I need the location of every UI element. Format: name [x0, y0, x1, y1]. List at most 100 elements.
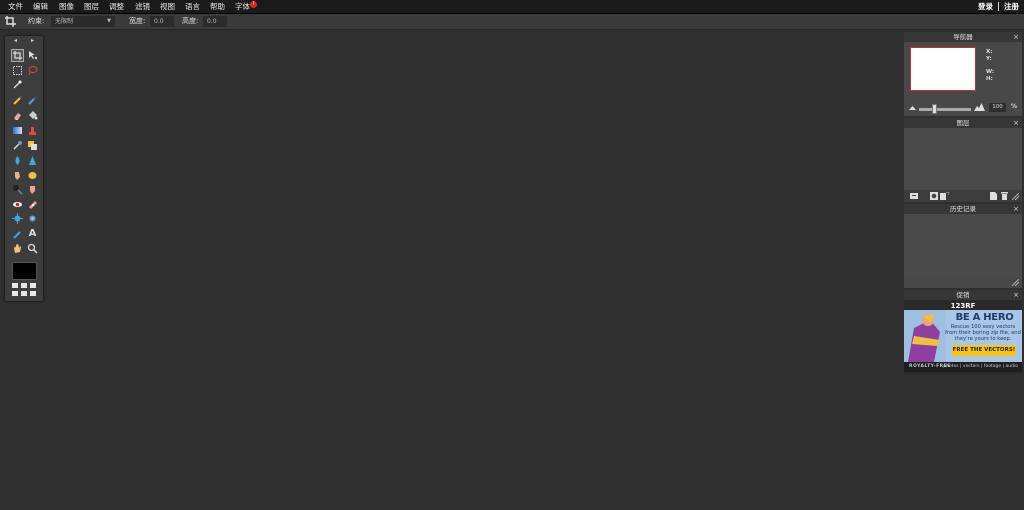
blur-tool-icon[interactable]	[12, 155, 23, 166]
ad-footer-right: photos | vectors | footage | audio	[943, 364, 1018, 369]
sponge-tool-icon[interactable]	[27, 170, 38, 181]
move-tool-icon[interactable]	[27, 50, 38, 61]
account-separator	[998, 2, 999, 11]
ad-banner[interactable]: BE A HERO Rescue 100 sexy vectors from t…	[904, 310, 1022, 362]
spot-heal-icon[interactable]	[27, 199, 38, 210]
constraint-select[interactable]: 无限制 ▼	[51, 16, 115, 27]
smudge-tool-icon[interactable]	[12, 170, 23, 181]
red-eye-tool-icon[interactable]	[12, 199, 23, 210]
brush-tool-icon[interactable]	[27, 95, 38, 106]
layers-header: 图层 ×	[904, 118, 1022, 128]
menu-bar: 文件 编辑 图像 图层 调整 滤镜 视图 语言 帮助 字体 ! 登录 注册	[0, 0, 1024, 14]
navigator-panel: 导航器 × X: Y: W: H: 100 %	[904, 32, 1022, 116]
grid-cell	[21, 283, 27, 288]
ad-headline: BE A HERO	[955, 312, 1014, 323]
dodge-tool-icon[interactable]	[12, 184, 23, 195]
sharpen-tool-icon[interactable]	[27, 155, 38, 166]
nav-y-label: Y:	[986, 56, 992, 62]
width-input[interactable]: 0.0	[150, 16, 174, 27]
navigator-close-icon[interactable]: ×	[1013, 32, 1019, 42]
gradient-tool-icon[interactable]	[12, 125, 23, 136]
zoom-value-input[interactable]: 100	[989, 103, 1006, 112]
menu-help[interactable]: 帮助	[210, 1, 225, 12]
grid-cell	[30, 291, 36, 296]
crop-tool-icon[interactable]	[11, 49, 24, 62]
bloat-tool-icon[interactable]	[12, 213, 23, 224]
history-header: 历史记录 ×	[904, 204, 1022, 214]
menu-language[interactable]: 语言	[185, 1, 200, 12]
height-label: 高度:	[182, 17, 199, 25]
new-layer-icon[interactable]	[990, 192, 997, 200]
layers-panel: 图层 ×	[904, 118, 1022, 202]
burn-tool-icon[interactable]	[27, 184, 38, 195]
font-notification-badge: !	[250, 1, 257, 8]
promo-header: 促销 ×	[904, 290, 1022, 300]
navigator-preview[interactable]	[910, 47, 976, 91]
lasso-tool-icon[interactable]	[27, 65, 38, 76]
layer-settings-icon[interactable]	[910, 192, 918, 200]
zoom-tool-icon[interactable]	[27, 243, 38, 254]
foreground-color-swatch[interactable]	[12, 262, 37, 280]
menu-view[interactable]: 视图	[160, 1, 175, 12]
promo-close-icon[interactable]: ×	[1013, 290, 1019, 300]
history-panel: 历史记录 ×	[904, 204, 1022, 288]
clone-stamp-icon[interactable]	[27, 125, 38, 136]
tool-options-bar: 约束: 无限制 ▼ 宽度: 0.0 高度: 0.0	[0, 14, 1024, 30]
width-label: 宽度:	[129, 17, 146, 25]
ad-logo: 123RF	[950, 302, 976, 310]
hand-tool-icon[interactable]	[12, 243, 23, 254]
navigator-title: 导航器	[953, 33, 973, 41]
eraser-tool-icon[interactable]	[12, 110, 23, 121]
zoom-in-icon[interactable]	[974, 102, 985, 111]
layer-style-icon[interactable]	[940, 192, 949, 200]
drawing-tool-icon[interactable]	[12, 229, 23, 240]
marquee-tool-icon[interactable]	[12, 65, 23, 76]
nav-h-label: H:	[986, 76, 993, 82]
magic-wand-icon[interactable]	[12, 79, 23, 90]
zoom-out-icon[interactable]	[909, 104, 916, 110]
menu-font[interactable]: 字体	[235, 1, 250, 12]
menu-filter[interactable]: 滤镜	[135, 1, 150, 12]
color-replace-icon[interactable]	[27, 140, 38, 151]
menu-file[interactable]: 文件	[8, 1, 23, 12]
login-link[interactable]: 登录	[978, 1, 993, 12]
ad-cta-button[interactable]: FREE THE VECTORS!	[952, 345, 1016, 356]
layer-mask-icon[interactable]	[930, 192, 938, 200]
register-link[interactable]: 注册	[1004, 1, 1019, 12]
delete-layer-icon[interactable]	[1001, 192, 1008, 200]
pinch-tool-icon[interactable]	[27, 213, 38, 224]
constraint-value: 无限制	[55, 18, 74, 25]
ad-footer: ROYALTY-FREE photos | vectors | footage …	[904, 362, 1022, 372]
text-tool-icon[interactable]: A	[27, 228, 38, 239]
paint-bucket-icon[interactable]	[27, 110, 38, 121]
constraint-label: 约束:	[28, 17, 45, 25]
history-list	[904, 214, 1022, 278]
menu-adjust[interactable]: 调整	[109, 1, 124, 12]
toolbox-prev-arrow[interactable]: ◂	[14, 37, 17, 44]
grid-cell	[12, 283, 18, 288]
menu-edit[interactable]: 编辑	[33, 1, 48, 12]
zoom-slider-thumb[interactable]	[932, 104, 937, 114]
grid-cell	[12, 291, 18, 296]
promo-title: 促销	[956, 291, 970, 299]
superhero-illustration	[904, 310, 946, 362]
layers-title: 图层	[956, 119, 970, 127]
toolbox-next-arrow[interactable]: ▸	[31, 37, 34, 44]
resize-grip-icon[interactable]	[1012, 193, 1019, 200]
crop-icon	[5, 16, 16, 27]
height-input[interactable]: 0.0	[203, 16, 227, 27]
layers-close-icon[interactable]: ×	[1013, 118, 1019, 128]
chevron-down-icon: ▼	[107, 18, 111, 24]
more-tools-grid-icon[interactable]	[12, 283, 36, 296]
color-picker-icon[interactable]	[12, 140, 23, 151]
menu-image[interactable]: 图像	[59, 1, 74, 12]
history-close-icon[interactable]: ×	[1013, 204, 1019, 214]
resize-grip-icon[interactable]	[1012, 279, 1019, 286]
menu-layer[interactable]: 图层	[84, 1, 99, 12]
nav-w-label: W:	[986, 69, 995, 75]
history-title: 历史记录	[950, 205, 976, 213]
grid-cell	[30, 283, 36, 288]
promo-panel: 促销 × 123RF BE A HERO Rescue 100 sexy vec…	[904, 290, 1022, 374]
zoom-slider-track[interactable]	[919, 108, 971, 111]
pencil-tool-icon[interactable]	[12, 95, 23, 106]
